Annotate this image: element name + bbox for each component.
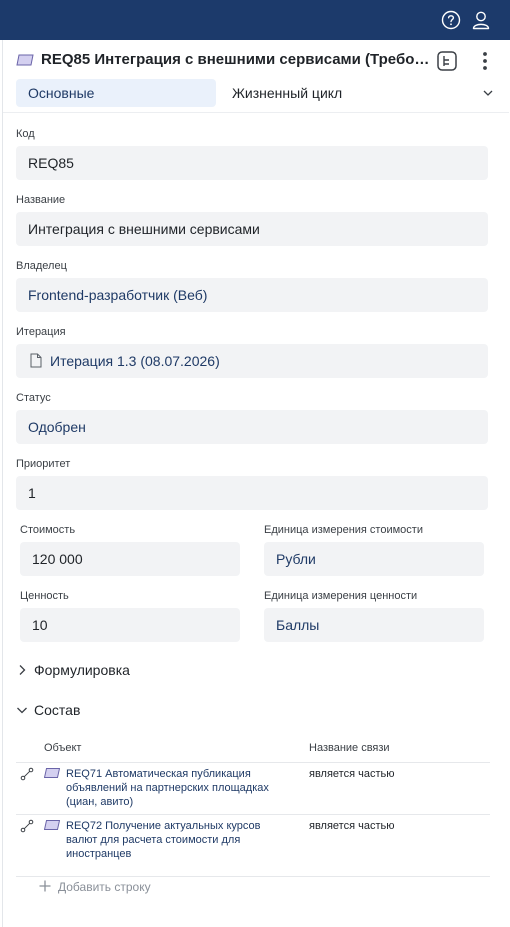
code-label: Код — [16, 128, 35, 140]
row-object-link[interactable]: REQ71 Автоматическая публикация объявлен… — [66, 767, 269, 809]
more-vertical-icon[interactable] — [475, 50, 495, 72]
link-relation-icon — [20, 767, 34, 781]
cost-unit-field[interactable]: Рубли — [264, 542, 484, 576]
row-object-line: валют для расчета стоимости для — [66, 834, 241, 846]
link-relation-icon — [20, 819, 34, 833]
column-header-relation[interactable]: Название связи — [309, 742, 390, 754]
row-object-line: (циан, авито) — [66, 796, 134, 808]
table-divider — [16, 814, 490, 815]
name-label: Название — [16, 194, 66, 206]
row-object-line: объявлений на партнерских площадках — [66, 782, 269, 794]
top-bar — [0, 0, 510, 40]
requirement-icon — [44, 768, 60, 778]
priority-label: Приоритет — [16, 458, 71, 470]
help-circle-icon[interactable] — [440, 9, 462, 31]
iteration-field[interactable]: Итерация 1.3 (08.07.2026) — [16, 344, 488, 378]
worth-unit-label: Единица измерения ценности — [264, 590, 418, 602]
iteration-label: Итерация — [16, 326, 66, 338]
chevron-down-icon[interactable] — [481, 86, 495, 100]
tab-lifecycle[interactable]: Жизненный цикл — [232, 79, 342, 107]
row-relation: является частью — [309, 820, 395, 832]
row-object-line: REQ72 Получение актуальных курсов — [66, 820, 261, 832]
cost-label: Стоимость — [20, 524, 76, 536]
worth-field[interactable]: 10 — [20, 608, 240, 642]
owner-field[interactable]: Frontend-разработчик (Веб) — [16, 278, 488, 312]
cost-unit-label: Единица измерения стоимости — [264, 524, 423, 536]
detail-panel: REQ85 Интеграция с внешними сервисами (Т… — [2, 40, 509, 927]
add-row-button[interactable]: Добавить строку — [39, 880, 151, 894]
chevron-right-icon — [19, 665, 26, 675]
code-field[interactable]: REQ85 — [16, 146, 488, 180]
page-title: REQ85 Интеграция с внешними сервисами (Т… — [41, 51, 431, 68]
row-relation: является частью — [309, 768, 395, 780]
requirement-icon — [44, 820, 60, 830]
table-divider — [16, 762, 490, 763]
iteration-value: Итерация 1.3 (08.07.2026) — [50, 353, 220, 369]
row-object-line: иностранцев — [66, 848, 132, 860]
column-header-object[interactable]: Объект — [44, 742, 81, 754]
owner-label: Владелец — [16, 260, 67, 272]
hierarchy-icon[interactable] — [437, 51, 457, 71]
section-formulation[interactable]: Формулировка — [16, 662, 130, 678]
section-composition[interactable]: Состав — [16, 702, 80, 718]
name-field[interactable]: Интеграция с внешними сервисами — [16, 212, 488, 246]
worth-label: Ценность — [20, 590, 69, 602]
panel-header: REQ85 Интеграция с внешними сервисами (Т… — [3, 40, 509, 113]
tab-main[interactable]: Основные — [16, 79, 216, 107]
plus-icon — [39, 880, 51, 892]
worth-unit-field[interactable]: Баллы — [264, 608, 484, 642]
row-object-link[interactable]: REQ72 Получение актуальных курсов валют … — [66, 819, 260, 861]
cost-field[interactable]: 120 000 — [20, 542, 240, 576]
status-label: Статус — [16, 392, 51, 404]
document-icon — [30, 353, 42, 368]
chevron-down-icon — [17, 707, 27, 714]
section-formulation-label: Формулировка — [34, 662, 130, 678]
status-field[interactable]: Одобрен — [16, 410, 488, 444]
table-divider — [16, 876, 490, 877]
user-icon[interactable] — [470, 9, 492, 31]
priority-field[interactable]: 1 — [16, 476, 488, 510]
add-row-label: Добавить строку — [58, 880, 151, 894]
requirement-icon — [16, 54, 34, 66]
section-composition-label: Состав — [34, 702, 81, 718]
row-object-line: REQ71 Автоматическая публикация — [66, 768, 251, 780]
